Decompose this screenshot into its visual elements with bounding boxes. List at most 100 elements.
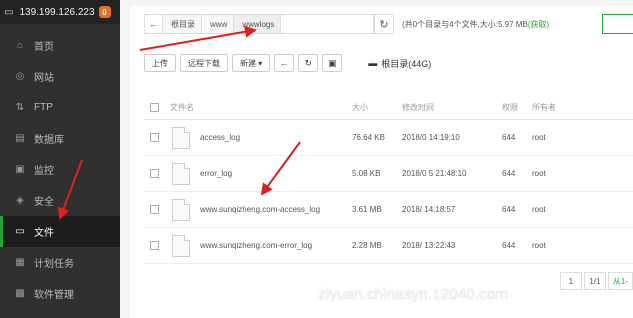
fetch-size-link[interactable]: (获取) xyxy=(528,20,549,29)
header-name[interactable]: 文件名 xyxy=(164,102,352,113)
file-owner: root xyxy=(532,133,546,142)
sidebar-item-label: 安全 xyxy=(34,197,54,208)
table-row[interactable]: error_log 5.08 KB 2018/0 5 21:48:10 644 … xyxy=(144,156,633,192)
file-table: 文件名 大小 修改时间 权限 所有者 access_log 76.64 KB 2… xyxy=(144,96,633,264)
file-size: 76.64 KB xyxy=(352,133,385,142)
header-permission: 权限 xyxy=(502,103,518,112)
header-time[interactable]: 修改时间 xyxy=(402,102,502,113)
page-current[interactable]: 1 xyxy=(559,272,582,290)
back-arrow-icon[interactable]: ← xyxy=(274,54,295,72)
file-mtime: 2018/ 14:18:57 xyxy=(402,205,456,214)
table-row[interactable]: www.sunqizheng.com-access_log 3.61 MB 20… xyxy=(144,192,633,228)
file-permission: 644 xyxy=(502,169,516,178)
refresh-icon[interactable]: ↻ xyxy=(298,54,319,72)
sidebar-item-security[interactable]: ◈ 安全 xyxy=(0,185,120,216)
select-all-checkbox[interactable] xyxy=(149,103,159,112)
sidebar-item-label: 网站 xyxy=(34,73,54,84)
shield-icon: ◈ xyxy=(16,195,24,206)
sidebar-item-website[interactable]: ◎ 网站 xyxy=(0,61,120,92)
database-icon: ▤ xyxy=(15,133,25,144)
page-range: 从1- xyxy=(607,272,633,290)
sidebar-item-label: 数据库 xyxy=(34,135,64,146)
disk-selector[interactable]: ▬ 根目录(44G) xyxy=(368,57,431,70)
disk-label: 根目录(44G) xyxy=(381,58,432,69)
file-owner: root xyxy=(532,169,546,178)
row-checkbox[interactable] xyxy=(149,169,159,178)
sidebar-item-label: 软件管理 xyxy=(34,290,74,301)
home-icon: ⌂ xyxy=(16,40,24,51)
watermark-text: ziyuan.chinasyn.12040.com xyxy=(318,286,509,303)
sidebar-item-files[interactable]: ▭ 文件 xyxy=(0,216,120,247)
header-size[interactable]: 大小 xyxy=(352,102,402,113)
summary-text: (共0个目录与4个文件,大小:5.97 MB xyxy=(402,20,528,29)
back-arrow-icon[interactable]: ← xyxy=(145,15,163,33)
file-icon xyxy=(172,126,190,149)
new-dropdown-button[interactable]: 新建 ▾ xyxy=(232,54,271,72)
sidebar-item-database[interactable]: ▤ 数据库 xyxy=(0,123,120,154)
file-mtime: 2018/0 14:19:10 xyxy=(402,133,460,142)
page-count: 1/1 xyxy=(583,272,606,290)
sidebar: ▭ 139.199.126.223 0 ⌂ 首页 ◎ 网站 ⇅ FTP ▤ 数据库 ▣ 监… xyxy=(0,0,120,318)
sidebar-item-cron[interactable]: ▦ 计划任务 xyxy=(0,247,120,278)
calendar-icon: ▦ xyxy=(15,257,25,268)
disk-icon: ▬ xyxy=(368,58,378,68)
header-owner: 所有者 xyxy=(532,103,556,112)
file-size: 2.28 MB xyxy=(352,241,382,250)
sidebar-item-label: 计划任务 xyxy=(34,259,74,270)
directory-summary: (共0个目录与4个文件,大小:5.97 MB(获取) xyxy=(402,19,549,30)
file-name[interactable]: www.sunqizheng.com-access_log xyxy=(200,205,320,214)
file-mtime: 2018/0 5 21:48:10 xyxy=(402,169,467,178)
sidebar-item-ftp[interactable]: ⇅ FTP xyxy=(0,92,120,123)
breadcrumb-root[interactable]: 根目录 xyxy=(163,15,202,33)
file-icon xyxy=(172,234,190,257)
folder-icon: ▭ xyxy=(15,226,25,237)
grid-icon: ▩ xyxy=(15,288,25,299)
refresh-icon[interactable]: ↻ xyxy=(374,14,394,34)
file-permission: 644 xyxy=(502,133,516,142)
file-name[interactable]: www.sunqizheng.com-error_log xyxy=(200,241,312,250)
row-checkbox[interactable] xyxy=(149,133,159,142)
sidebar-menu: ⌂ 首页 ◎ 网站 ⇅ FTP ▤ 数据库 ▣ 监控 ◈ 安全 ▭ 文件 ▦ 计划任务 ▩ 软件管… xyxy=(0,30,120,309)
monitor-icon: ▣ xyxy=(15,164,25,175)
toolbar: 上传 远程下载 新建 ▾ ← ↻ ▣ ▬ 根目录(44G) xyxy=(144,54,431,72)
remote-download-button[interactable]: 远程下载 xyxy=(180,54,228,72)
main-content: ← 根目录 www wwwlogs ↻ (共0个目录与4个文件,大小:5.97 … xyxy=(120,0,633,318)
server-header: ▭ 139.199.126.223 0 xyxy=(0,0,120,24)
search-input[interactable] xyxy=(602,14,633,34)
file-name[interactable]: error_log xyxy=(200,169,232,178)
file-owner: root xyxy=(532,205,546,214)
sidebar-item-home[interactable]: ⌂ 首页 xyxy=(0,30,120,61)
ftp-icon: ⇅ xyxy=(15,102,25,113)
table-row[interactable]: www.sunqizheng.com-error_log 2.28 MB 201… xyxy=(144,228,633,264)
path-bar: ← 根目录 www wwwlogs xyxy=(144,14,374,34)
row-checkbox[interactable] xyxy=(149,241,159,250)
sidebar-item-software[interactable]: ▩ 软件管理 xyxy=(0,278,120,309)
sidebar-item-label: 首页 xyxy=(34,42,54,53)
notification-badge[interactable]: 0 xyxy=(98,6,111,18)
file-name[interactable]: access_log xyxy=(200,133,240,142)
file-manager-panel: ← 根目录 www wwwlogs ↻ (共0个目录与4个文件,大小:5.97 … xyxy=(130,6,633,318)
sidebar-item-monitor[interactable]: ▣ 监控 xyxy=(0,154,120,185)
file-size: 3.61 MB xyxy=(352,205,382,214)
sidebar-item-label: 文件 xyxy=(34,228,54,239)
row-checkbox[interactable] xyxy=(149,205,159,214)
terminal-icon[interactable]: ▣ xyxy=(322,54,343,72)
globe-icon: ◎ xyxy=(15,71,25,82)
file-icon xyxy=(172,162,190,185)
file-mtime: 2018/ 13:22:43 xyxy=(402,241,456,250)
file-icon xyxy=(172,198,190,221)
breadcrumb-wwwlogs[interactable]: wwwlogs xyxy=(234,15,282,33)
sidebar-item-label: FTP xyxy=(34,102,53,113)
pagination: 1 1/1 从1- xyxy=(558,272,633,290)
upload-button[interactable]: 上传 xyxy=(144,54,176,72)
server-ip: 139.199.126.223 xyxy=(19,6,95,18)
file-size: 5.08 KB xyxy=(352,169,381,178)
table-row[interactable]: access_log 76.64 KB 2018/0 14:19:10 644 … xyxy=(144,120,633,156)
sidebar-item-label: 监控 xyxy=(34,166,54,177)
file-owner: root xyxy=(532,241,546,250)
file-permission: 644 xyxy=(502,205,516,214)
breadcrumb-www[interactable]: www xyxy=(202,15,235,33)
file-permission: 644 xyxy=(502,241,516,250)
table-header: 文件名 大小 修改时间 权限 所有者 xyxy=(144,96,633,120)
monitor-icon: ▭ xyxy=(4,6,14,18)
